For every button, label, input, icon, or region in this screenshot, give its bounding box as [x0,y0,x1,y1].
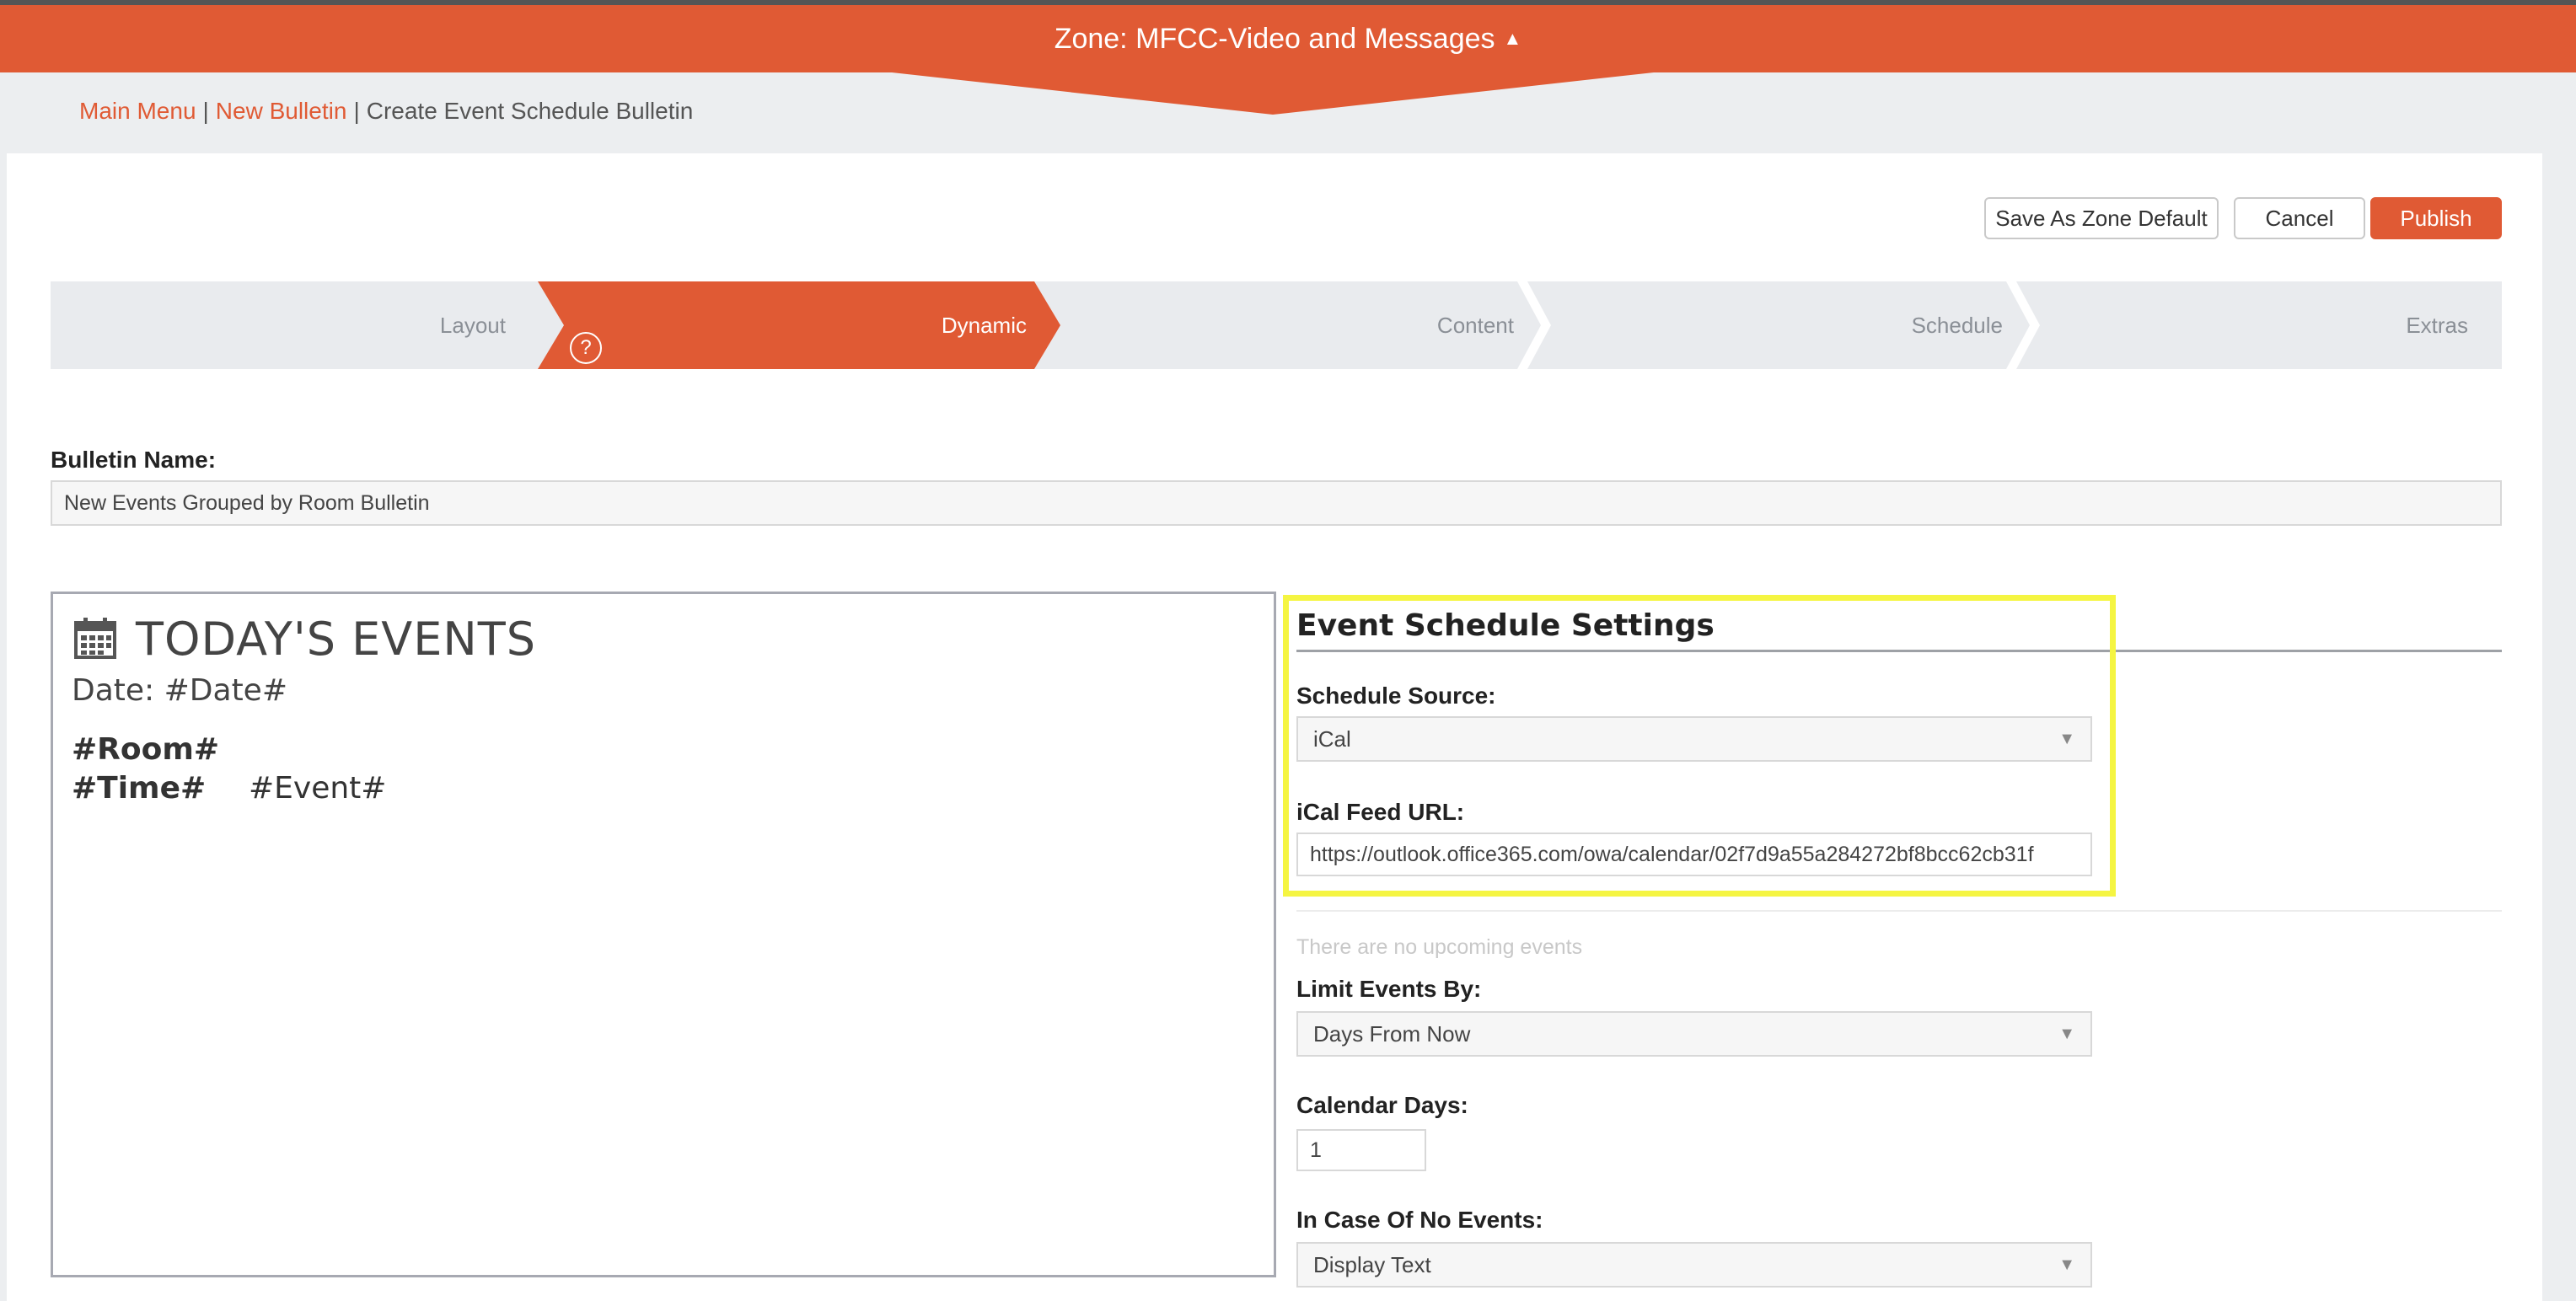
limit-events-label: Limit Events By: [1296,976,1482,1002]
bulletin-preview: TODAY'S EVENTS Date: #Date# #Room# #Time… [51,592,1276,1277]
zone-bar-tab [877,71,1669,115]
preview-time: #Time# [72,771,207,806]
limit-events-select[interactable]: Days From Now ▼ [1296,1011,2092,1057]
step-content[interactable]: Content [1059,281,1548,369]
preview-title: TODAY'S EVENTS [136,613,536,666]
step-dynamic[interactable]: Dynamic [538,281,1060,369]
preview-room: #Room# [72,732,220,767]
bulletin-name-label: Bulletin Name: [51,447,217,473]
step-extras[interactable]: Extras [2037,281,2502,369]
zone-selector[interactable]: Zone: MFCC-Video and Messages ▲ [0,5,2576,72]
publish-button[interactable]: Publish [2370,197,2502,239]
breadcrumb-current: Create Event Schedule Bulletin [366,98,694,124]
highlight-box [1283,595,2116,897]
no-events-label: In Case Of No Events: [1296,1207,1543,1233]
bulletin-name-input[interactable]: New Events Grouped by Room Bulletin [51,480,2502,526]
preview-date: Date: #Date# [72,673,287,708]
calendar-icon [74,618,116,659]
wizard-steps: Layout Dynamic Content Schedule Extras [51,281,2502,369]
chevron-down-icon: ▼ [2058,1024,2075,1043]
preview-event: #Event# [249,771,387,806]
breadcrumb: Main Menu | New Bulletin | Create Event Sche… [79,98,693,125]
section-divider [1296,910,2502,912]
calendar-days-label: Calendar Days: [1296,1092,1468,1118]
chevron-down-icon: ▼ [2058,1255,2075,1274]
zone-title: Zone: MFCC-Video and Messages [1054,22,1495,55]
step-schedule[interactable]: Schedule [1548,281,2037,369]
calendar-days-input[interactable]: 1 [1296,1129,1426,1171]
no-events-select[interactable]: Display Text ▼ [1296,1242,2092,1288]
help-icon[interactable]: ? [570,332,602,364]
step-layout[interactable]: Layout [51,281,539,369]
caret-up-icon: ▲ [1503,28,1522,49]
limit-events-value: Days From Now [1313,1020,1471,1047]
breadcrumb-main-menu[interactable]: Main Menu [79,98,196,124]
breadcrumb-separator: | [202,98,209,124]
save-as-zone-default-button[interactable]: Save As Zone Default [1984,197,2219,239]
no-events-message: There are no upcoming events [1296,935,1583,959]
breadcrumb-new-bulletin[interactable]: New Bulletin [216,98,347,124]
no-events-value: Display Text [1313,1251,1431,1277]
cancel-button[interactable]: Cancel [2234,197,2365,239]
breadcrumb-separator: | [353,98,360,124]
